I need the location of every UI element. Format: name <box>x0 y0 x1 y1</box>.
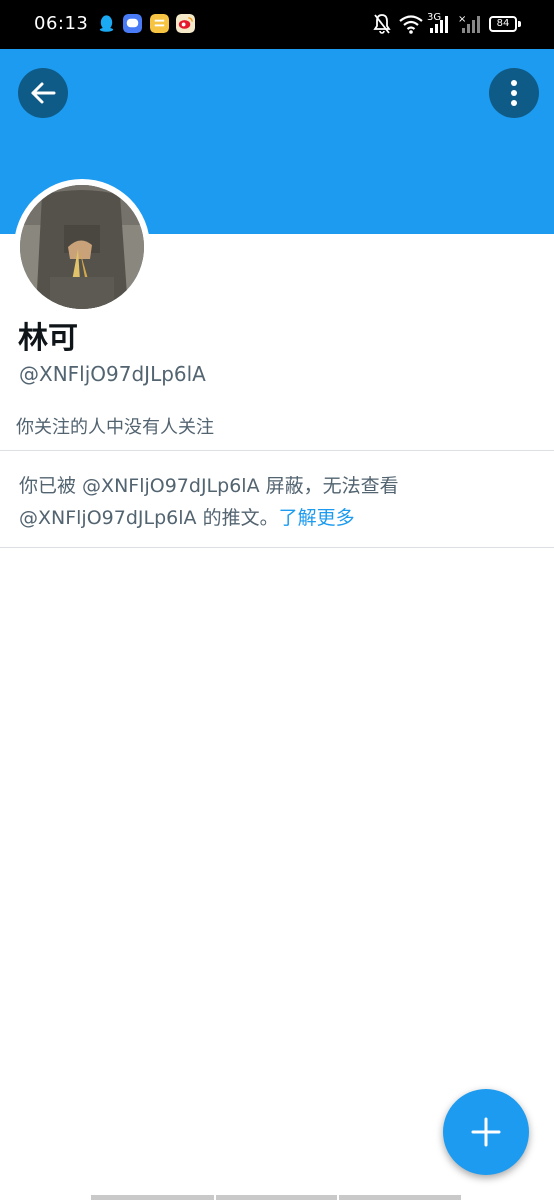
svg-text:×: × <box>458 14 466 25</box>
blocked-text-3: 的推文。 <box>196 507 279 529</box>
more-vertical-icon <box>511 80 517 106</box>
avatar[interactable] <box>20 185 144 309</box>
divider-bottom <box>0 547 554 548</box>
battery-tip <box>518 21 521 27</box>
weibo-icon <box>176 14 195 33</box>
user-handle: @XNFljO97dJLp6lA <box>19 362 206 386</box>
chat-bubble-icon <box>123 14 142 33</box>
qq-icon <box>99 15 114 32</box>
plus-icon <box>471 1117 501 1147</box>
battery-indicator: 84 <box>489 16 517 32</box>
gesture-bar-right <box>339 1195 461 1200</box>
compose-button[interactable] <box>443 1089 529 1175</box>
arrow-left-icon <box>31 82 56 104</box>
blocked-notice: 你已被 @XNFljO97dJLp6lA 屏蔽，无法查看 @XNFljO97dJL… <box>19 470 539 534</box>
bell-muted-icon <box>373 14 391 34</box>
blocked-handle-2: @XNFljO97dJLp6lA <box>19 507 197 529</box>
divider-top <box>0 450 554 451</box>
followers-you-know[interactable]: 你关注的人中没有人关注 <box>16 413 214 439</box>
gesture-bar-left <box>91 1195 214 1200</box>
signal-icon <box>430 16 448 33</box>
wifi-icon <box>399 15 423 34</box>
gesture-bar-center <box>216 1195 337 1200</box>
signal-no-service-icon: × <box>458 14 480 33</box>
blocked-text-1: 你已被 <box>19 475 83 497</box>
learn-more-link[interactable]: 了解更多 <box>279 507 355 529</box>
back-button[interactable] <box>18 68 68 118</box>
notes-icon <box>150 14 169 33</box>
more-options-button[interactable] <box>489 68 539 118</box>
status-bar: 06:13 3G × 84 <box>0 0 554 49</box>
avatar-image <box>20 185 144 309</box>
blocked-text-2: 屏蔽，无法查看 <box>259 475 399 497</box>
blocked-handle: @XNFljO97dJLp6lA <box>82 475 260 497</box>
display-name: 林可 <box>18 321 78 356</box>
status-time: 06:13 <box>34 13 89 34</box>
